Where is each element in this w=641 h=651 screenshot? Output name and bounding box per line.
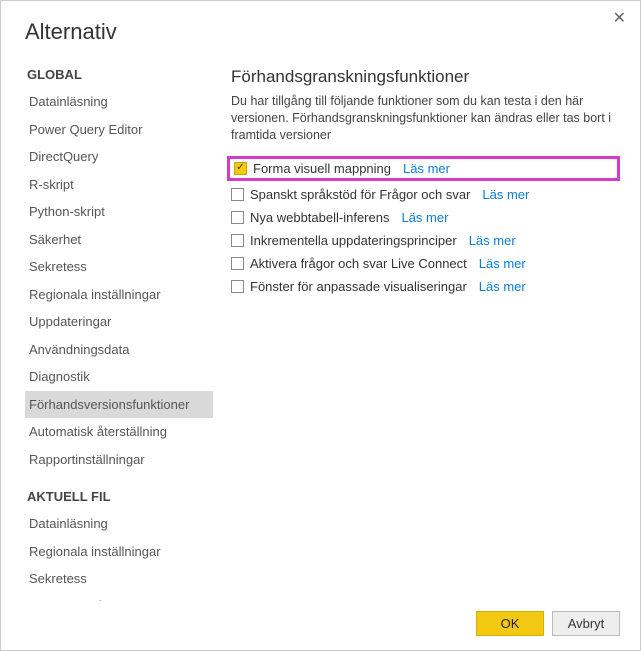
- sidebar-item[interactable]: Säkerhet: [25, 226, 213, 254]
- sidebar-item[interactable]: Diagnostik: [25, 363, 213, 391]
- sidebar-section-header: GLOBAL: [25, 67, 213, 82]
- feature-row: Nya webbtabell-inferens Läs mer: [231, 206, 620, 229]
- sidebar-item[interactable]: R-skript: [25, 171, 213, 199]
- sidebar-item[interactable]: Regionala inställningar: [25, 281, 213, 309]
- sidebar-item[interactable]: Automatisk återställning: [25, 418, 213, 446]
- sidebar-list: DatainläsningRegionala inställningarSekr…: [25, 510, 213, 601]
- feature-checkbox[interactable]: [231, 280, 244, 293]
- feature-label: Nya webbtabell-inferens: [250, 210, 389, 225]
- feature-label: Inkrementella uppdateringsprinciper: [250, 233, 457, 248]
- content-pane: Förhandsgranskningsfunktioner Du har til…: [213, 67, 620, 601]
- sidebar-item[interactable]: Rapportinställningar: [25, 446, 213, 474]
- feature-checkbox[interactable]: [231, 234, 244, 247]
- sidebar-item[interactable]: Förhandsversionsfunktioner: [25, 391, 213, 419]
- feature-row: Aktivera frågor och svar Live Connect Läs…: [231, 252, 620, 275]
- dialog-body: GLOBALDatainläsningPower Query EditorDir…: [25, 67, 620, 601]
- feature-checkbox[interactable]: [231, 257, 244, 270]
- feature-label: Spanskt språkstöd för Frågor och svar: [250, 187, 470, 202]
- feature-row: Fönster för anpassade visualiseringar Läs…: [231, 275, 620, 298]
- feature-row: Spanskt språkstöd för Frågor och svar Läs…: [231, 183, 620, 206]
- feature-list: ✓Forma visuell mappningLäs merSpanskt sp…: [231, 156, 620, 298]
- sidebar-item[interactable]: Python-skript: [25, 198, 213, 226]
- feature-label: Aktivera frågor och svar Live Connect: [250, 256, 467, 271]
- feature-row: ✓ Forma visuell mappning Läs mer: [227, 156, 620, 181]
- sidebar-item[interactable]: Automatisk återställning: [25, 593, 213, 602]
- sidebar-item[interactable]: DirectQuery: [25, 143, 213, 171]
- feature-label: Forma visuell mappning: [253, 161, 391, 176]
- sidebar-item[interactable]: Power Query Editor: [25, 116, 213, 144]
- sidebar: GLOBALDatainläsningPower Query EditorDir…: [25, 67, 213, 601]
- sidebar-item[interactable]: Datainläsning: [25, 510, 213, 538]
- feature-checkbox[interactable]: [231, 211, 244, 224]
- feature-row: Inkrementella uppdateringsprinciper Läs m…: [231, 229, 620, 252]
- sidebar-list: DatainläsningPower Query EditorDirectQue…: [25, 88, 213, 473]
- learn-more-link[interactable]: Läs mer: [482, 187, 529, 202]
- sidebar-item[interactable]: Sekretess: [25, 253, 213, 281]
- sidebar-item[interactable]: Datainläsning: [25, 88, 213, 116]
- sidebar-item[interactable]: Regionala inställningar: [25, 538, 213, 566]
- sidebar-item[interactable]: Sekretess: [25, 565, 213, 593]
- feature-label: Fönster för anpassade visualiseringar: [250, 279, 467, 294]
- learn-more-link[interactable]: Läs mer: [403, 161, 450, 176]
- feature-checkbox[interactable]: [231, 188, 244, 201]
- feature-checkbox[interactable]: ✓: [234, 162, 247, 175]
- options-dialog: ✕ Alternativ GLOBALDatainläsningPower Qu…: [1, 1, 640, 650]
- sidebar-item[interactable]: Uppdateringar: [25, 308, 213, 336]
- sidebar-section-header: AKTUELL FIL: [25, 489, 213, 504]
- close-icon[interactable]: ✕: [613, 11, 626, 27]
- dialog-footer: OK Avbryt: [25, 611, 620, 636]
- sidebar-item[interactable]: Användningsdata: [25, 336, 213, 364]
- learn-more-link[interactable]: Läs mer: [401, 210, 448, 225]
- content-description: Du har tillgång till följande funktioner…: [231, 93, 620, 144]
- cancel-button[interactable]: Avbryt: [552, 611, 620, 636]
- learn-more-link[interactable]: Läs mer: [479, 256, 526, 271]
- dialog-title: Alternativ: [25, 19, 620, 45]
- learn-more-link[interactable]: Läs mer: [469, 233, 516, 248]
- ok-button[interactable]: OK: [476, 611, 544, 636]
- content-heading: Förhandsgranskningsfunktioner: [231, 67, 620, 87]
- learn-more-link[interactable]: Läs mer: [479, 279, 526, 294]
